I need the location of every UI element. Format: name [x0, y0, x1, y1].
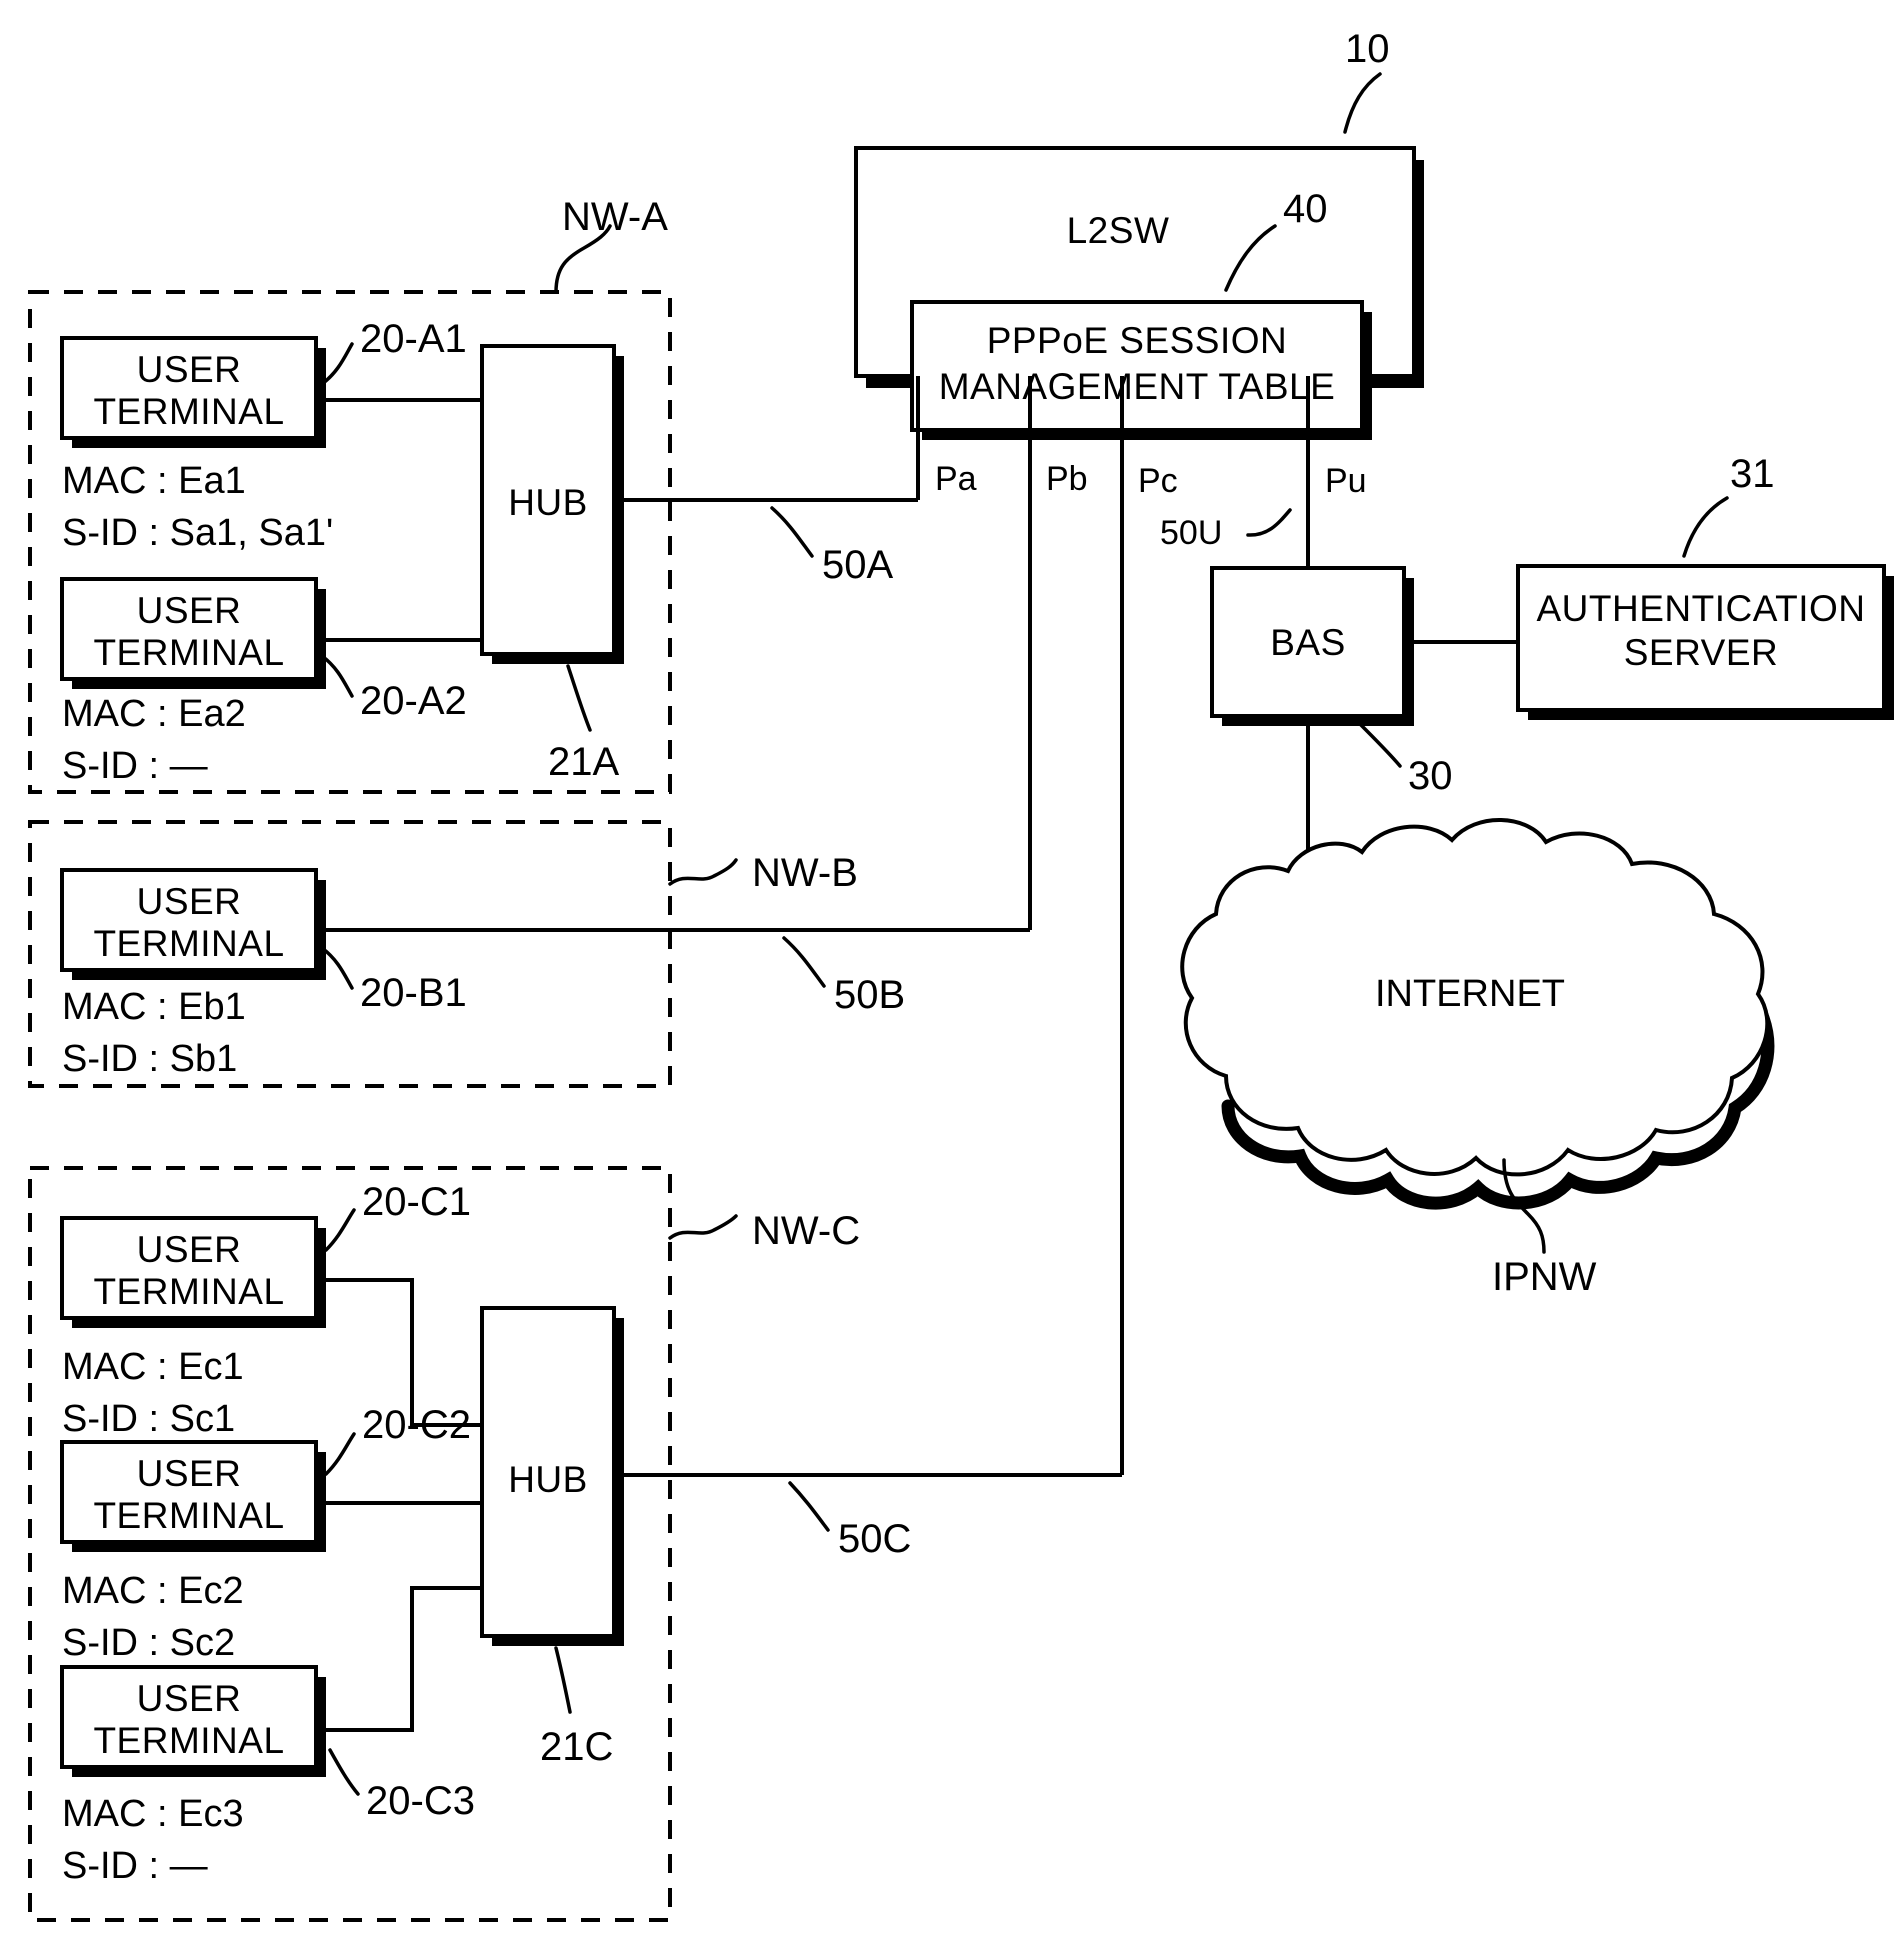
- ref-20-a2-label: 20-A2: [360, 679, 467, 723]
- terminal-a1-label-line2: TERMINAL: [93, 391, 284, 432]
- terminal-a2-label-line2: TERMINAL: [93, 632, 284, 673]
- terminal-c2-label-line2: TERMINAL: [93, 1495, 284, 1536]
- ref-21a-leader: [566, 664, 592, 732]
- network-diagram-figure: L2SW PPPoE SESSION MANAGEMENT TABLE 10 4…: [28, 27, 1894, 1922]
- l2sw-block: L2SW PPPoE SESSION MANAGEMENT TABLE 10 4…: [854, 27, 1424, 440]
- pppoe-table-label-line1: PPPoE SESSION: [987, 320, 1288, 361]
- terminal-c1-label-line2: TERMINAL: [93, 1271, 284, 1312]
- ref-20-c3-leader: [328, 1748, 360, 1796]
- terminal-c3-mac: MAC : Ec3: [62, 1793, 244, 1835]
- terminal-a2-mac: MAC : Ea2: [62, 693, 246, 735]
- terminal-c2-mac: MAC : Ec2: [62, 1570, 244, 1612]
- terminal-a1-mac: MAC : Ea1: [62, 460, 246, 502]
- terminal-a1-sid: S-ID : Sa1, Sa1': [62, 512, 333, 554]
- wire-c3-hub: [316, 1586, 482, 1732]
- terminal-c1-label-line1: USER: [137, 1229, 242, 1270]
- nw-c-label: NW-C: [752, 1209, 860, 1253]
- ref-20-c3-label: 20-C3: [366, 1779, 475, 1823]
- hub-c-label: HUB: [508, 1459, 588, 1500]
- ipnw-label: IPNW: [1492, 1255, 1597, 1299]
- link-50a-leader: [770, 506, 814, 558]
- port-pu-label: Pu: [1325, 462, 1367, 500]
- nw-c-leader: [668, 1214, 738, 1240]
- link-50c-leader: [788, 1481, 830, 1532]
- terminal-c3-label-line2: TERMINAL: [93, 1720, 284, 1761]
- ref-21c-leader: [554, 1646, 572, 1714]
- bas-label: BAS: [1270, 622, 1346, 663]
- terminal-b1-label-line1: USER: [137, 881, 242, 922]
- network-region-nw-a: NW-A USER TERMINAL 20-A1 MAC : Ea1 S-ID …: [28, 195, 918, 794]
- ref-40-label: 40: [1283, 187, 1328, 231]
- ref-21c-label: 21C: [540, 1725, 613, 1769]
- ref-20-a2-leader: [320, 654, 354, 698]
- port-pb-label: Pb: [1046, 460, 1088, 498]
- auth-server-label-line1: AUTHENTICATION: [1536, 588, 1865, 629]
- terminal-a1-label-line1: USER: [137, 349, 242, 390]
- ref-21a-label: 21A: [548, 740, 619, 784]
- ref-20-c1-label: 20-C1: [362, 1180, 471, 1224]
- ref-20-b1-leader: [320, 946, 354, 990]
- terminal-a2-label-line1: USER: [137, 590, 242, 631]
- terminal-b1-label-line2: TERMINAL: [93, 923, 284, 964]
- link-50b-leader: [782, 936, 826, 988]
- terminal-c1-sid: S-ID : Sc1: [62, 1398, 235, 1440]
- terminal-a2-sid: S-ID : —: [62, 745, 208, 787]
- pppoe-table-label-line2: MANAGEMENT TABLE: [939, 366, 1336, 407]
- internet-label: INTERNET: [1375, 973, 1565, 1015]
- ref-30-label: 30: [1408, 754, 1453, 798]
- nw-a-label: NW-A: [562, 195, 668, 239]
- terminal-b1-sid: S-ID : Sb1: [62, 1038, 237, 1080]
- link-50u-leader: [1246, 508, 1292, 537]
- hub-a-label: HUB: [508, 482, 588, 523]
- ref-10-leader: [1343, 72, 1382, 134]
- ref-20-b1-label: 20-B1: [360, 971, 467, 1015]
- port-pc-label: Pc: [1138, 462, 1178, 500]
- terminal-c2-sid: S-ID : Sc2: [62, 1622, 235, 1664]
- link-50b-label: 50B: [834, 973, 905, 1017]
- link-50a-label: 50A: [822, 543, 893, 587]
- ref-20-c1-leader: [324, 1208, 356, 1252]
- ref-20-c2-leader: [324, 1432, 356, 1476]
- network-region-nw-c: NW-C USER TERMINAL 20-C1 MAC : Ec1 S-ID …: [28, 1166, 1122, 1922]
- terminal-c2-label-line1: USER: [137, 1453, 242, 1494]
- ref-20-a1-leader: [320, 342, 354, 386]
- ref-10-label: 10: [1345, 27, 1390, 71]
- terminal-c3-sid: S-ID : —: [62, 1845, 208, 1887]
- link-50c-label: 50C: [838, 1517, 911, 1561]
- ref-20-a1-label: 20-A1: [360, 317, 467, 361]
- link-50u-label: 50U: [1160, 514, 1222, 552]
- auth-server-block: AUTHENTICATION SERVER 31: [1404, 452, 1894, 720]
- bas-block: BAS 30: [1210, 566, 1453, 798]
- port-pa-label: Pa: [935, 460, 977, 498]
- l2sw-label: L2SW: [1067, 210, 1170, 251]
- auth-server-label-line2: SERVER: [1624, 632, 1779, 673]
- terminal-b1-mac: MAC : Eb1: [62, 986, 246, 1028]
- terminal-c1-mac: MAC : Ec1: [62, 1346, 244, 1388]
- internet-cloud: INTERNET IPNW: [1180, 716, 1775, 1299]
- network-region-nw-b: NW-B USER TERMINAL 20-B1 MAC : Eb1 S-ID …: [28, 820, 1030, 1088]
- ref-31-leader: [1682, 496, 1729, 558]
- ref-30-leader: [1358, 722, 1402, 768]
- nw-b-label: NW-B: [752, 851, 858, 895]
- terminal-c3-label-line1: USER: [137, 1678, 242, 1719]
- ref-31-label: 31: [1730, 452, 1775, 496]
- nw-b-leader: [668, 858, 738, 886]
